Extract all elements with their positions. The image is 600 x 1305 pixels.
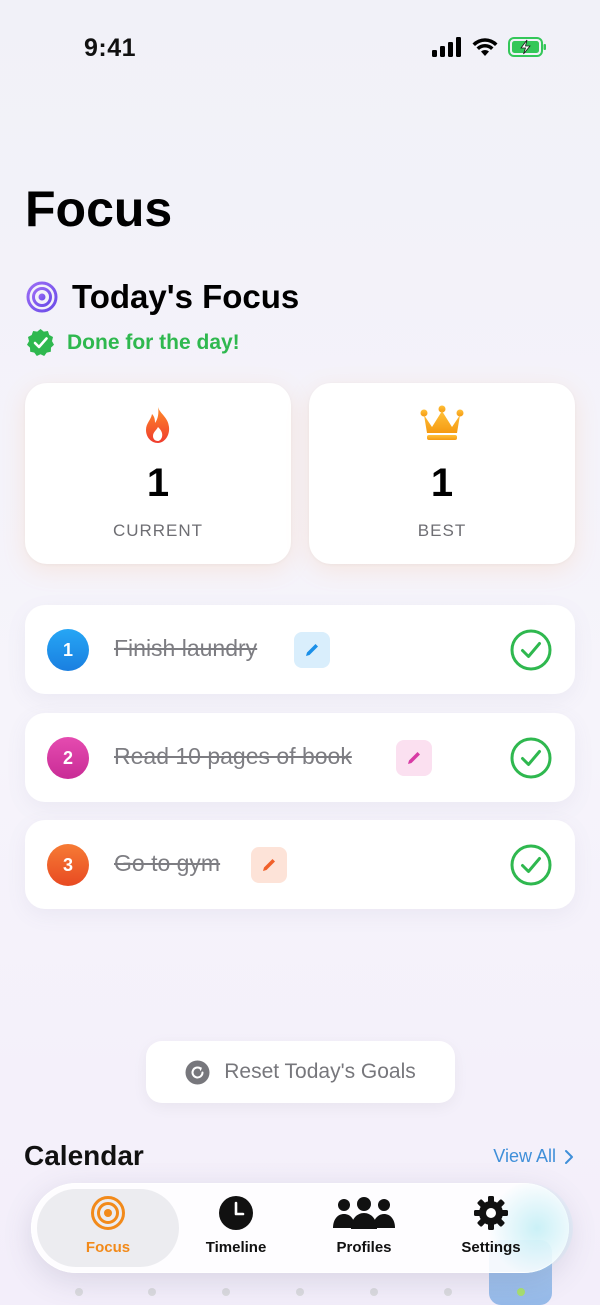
todays-focus-heading: Today's Focus [26, 278, 299, 316]
task-row[interactable]: 1 Finish laundry [25, 605, 575, 694]
calendar-day-dot [444, 1288, 452, 1296]
task-number-badge: 3 [47, 844, 89, 886]
section-title: Today's Focus [72, 278, 300, 315]
task-edit-button[interactable] [251, 847, 287, 883]
calendar-day-dot [222, 1288, 230, 1296]
calendar-day-dot [517, 1288, 525, 1296]
calendar-day-dot [75, 1288, 83, 1296]
status-bar: 9:41 [0, 0, 600, 100]
calendar-day-dot [370, 1288, 378, 1296]
chevron-right-icon [565, 1149, 573, 1164]
gear-icon [474, 1196, 508, 1230]
best-streak-label: BEST [417, 521, 467, 540]
best-streak-value: 1 [430, 461, 454, 505]
reset-icon [185, 1060, 210, 1084]
task-text: Read 10 pages of book [114, 743, 352, 769]
task-number-badge: 1 [47, 629, 89, 671]
calendar-day-dot [296, 1288, 304, 1296]
status-icons [432, 37, 548, 57]
checkmark-circle-icon[interactable] [510, 844, 552, 886]
tab-label: Timeline [205, 1239, 267, 1256]
checkmark-circle-icon[interactable] [510, 737, 552, 779]
tab-profiles[interactable]: Profiles [304, 1195, 424, 1265]
task-number-badge: 2 [47, 737, 89, 779]
wifi-icon [472, 38, 498, 56]
tab-bar: Focus Timeline Profiles Settings [31, 1183, 573, 1273]
task-edit-button[interactable] [396, 740, 432, 776]
tab-label: Focus [85, 1239, 131, 1256]
task-row[interactable]: 2 Read 10 pages of book [25, 713, 575, 802]
cellular-signal-icon [432, 37, 461, 57]
tab-label: Settings [461, 1239, 521, 1256]
calendar-day-dot [148, 1288, 156, 1296]
pencil-icon [306, 644, 318, 656]
tab-focus[interactable]: Focus [48, 1195, 168, 1265]
page-title: Focus [25, 181, 173, 237]
crown-icon [420, 405, 464, 440]
clock-icon [219, 1196, 253, 1230]
pencil-icon [263, 859, 275, 871]
status-time: 9:41 [84, 34, 137, 62]
battery-charging-icon [508, 37, 546, 57]
task-text: Go to gym [114, 850, 221, 876]
reset-goals-button[interactable]: Reset Today's Goals [146, 1041, 455, 1103]
reset-goals-label: Reset Today's Goals [224, 1060, 416, 1083]
target-icon [26, 281, 58, 313]
calendar-title: Calendar [24, 1140, 144, 1171]
target-icon [91, 1196, 125, 1230]
done-status: Done for the day! [26, 328, 240, 357]
tab-settings[interactable]: Settings [431, 1195, 551, 1265]
pencil-icon [408, 752, 420, 764]
task-row[interactable]: 3 Go to gym [25, 820, 575, 909]
best-streak-card: 1 BEST [309, 383, 575, 564]
checkmark-circle-icon[interactable] [510, 629, 552, 671]
tab-label: Profiles [336, 1239, 392, 1256]
verified-badge-icon [27, 329, 54, 356]
flame-icon [146, 407, 170, 443]
current-streak-value: 1 [146, 461, 170, 505]
done-status-text: Done for the day! [67, 330, 240, 354]
current-streak-card: 1 CURRENT [25, 383, 291, 564]
people-icon [333, 1197, 395, 1229]
current-streak-label: CURRENT [112, 521, 204, 540]
task-edit-button[interactable] [294, 632, 330, 668]
task-text: Finish laundry [114, 635, 258, 661]
tab-timeline[interactable]: Timeline [176, 1195, 296, 1265]
view-all-label: View All [493, 1146, 556, 1166]
view-all-link[interactable]: View All [493, 1146, 574, 1167]
